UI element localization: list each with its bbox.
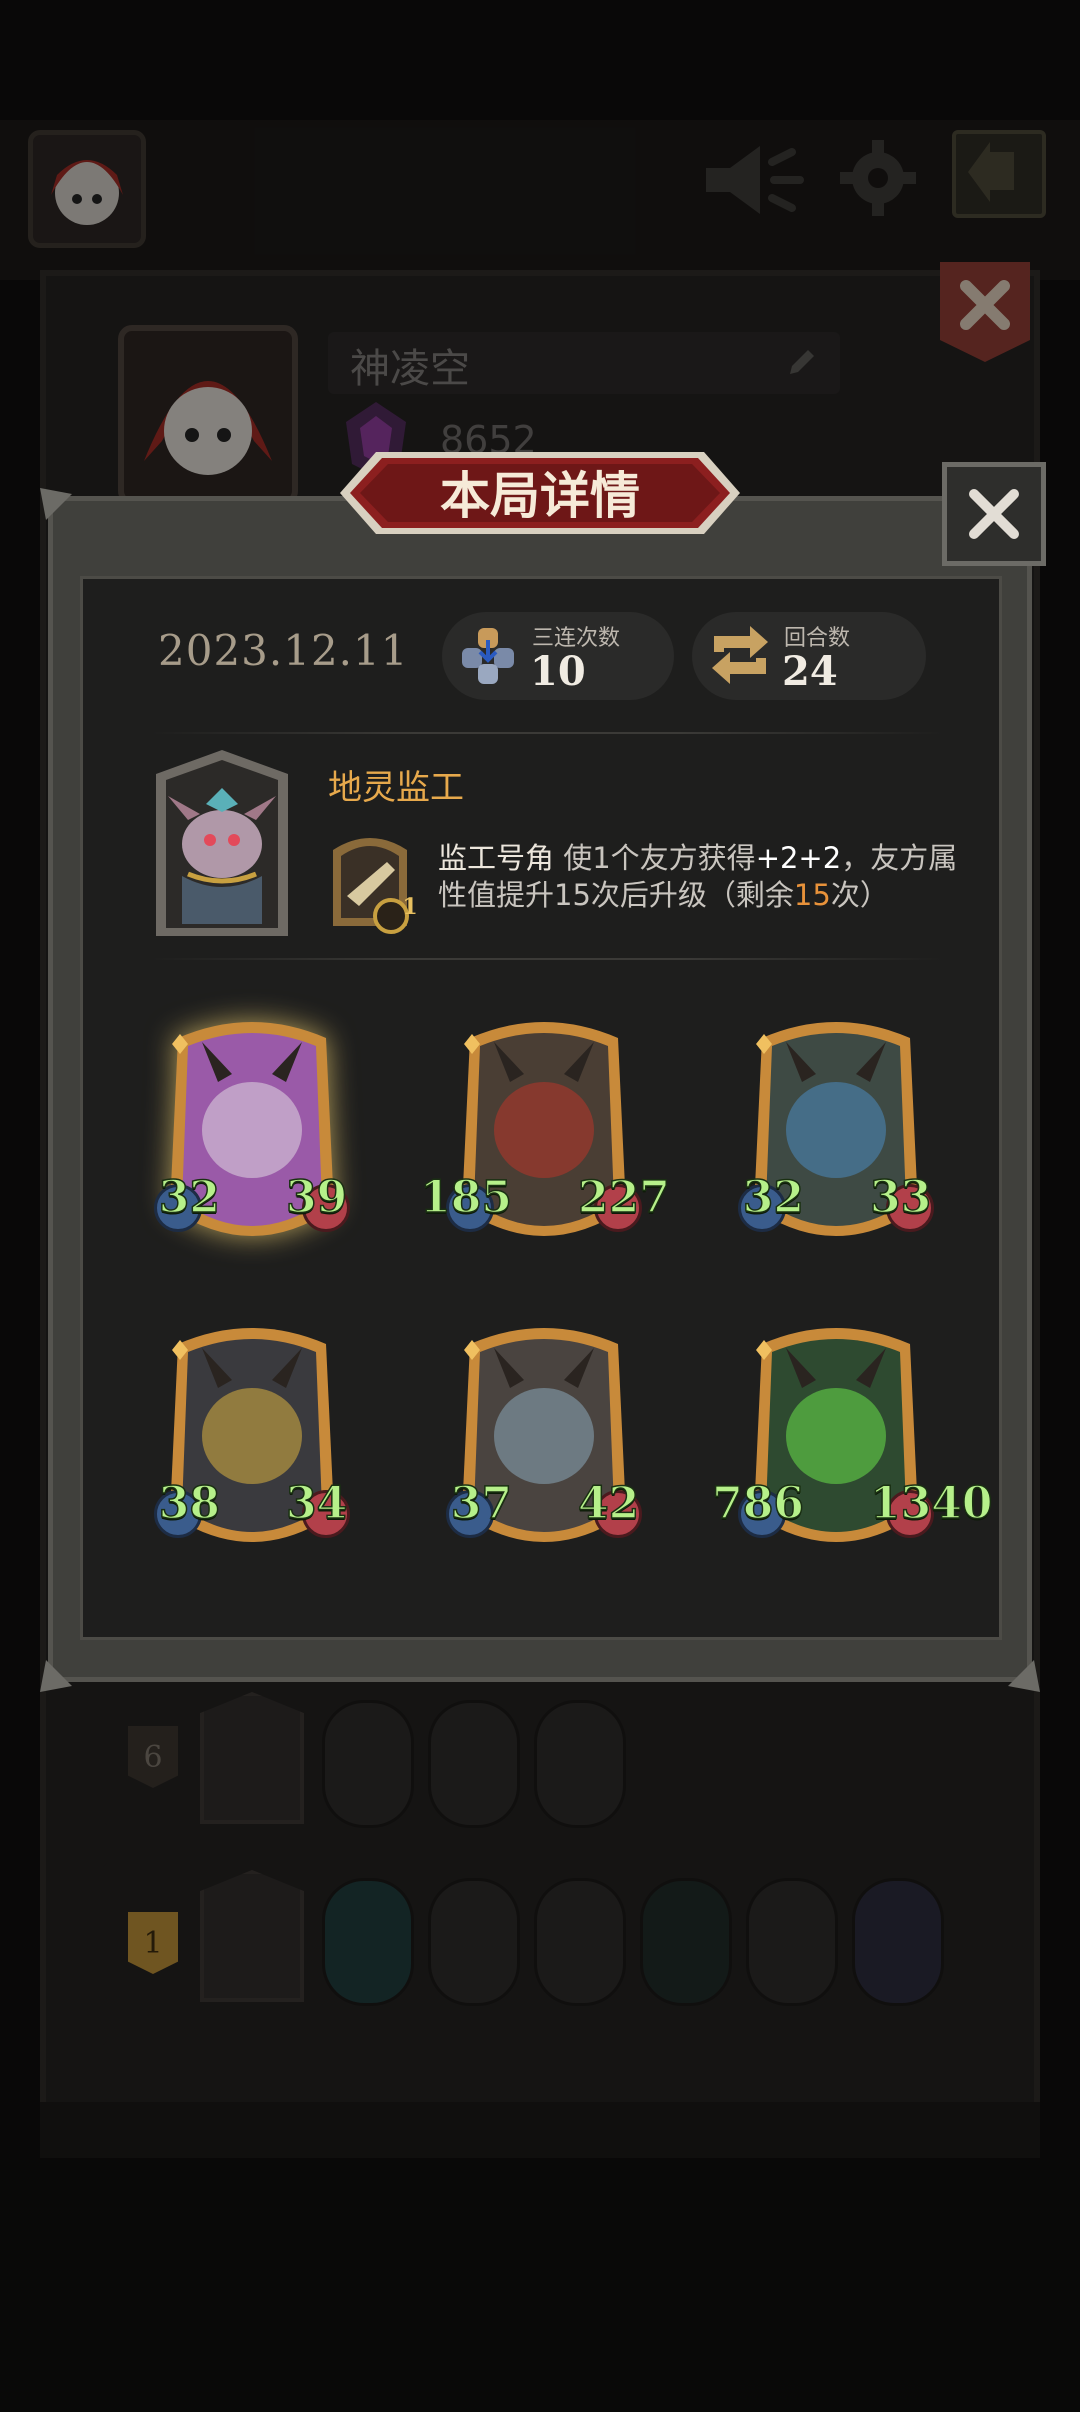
skill-remaining: 15 bbox=[793, 878, 831, 912]
unit-attack: 786 bbox=[711, 1477, 804, 1530]
unit-health: 42 bbox=[577, 1477, 640, 1530]
unit-health: 33 bbox=[869, 1171, 932, 1224]
corner-ornament bbox=[40, 488, 72, 520]
unit-attack: 32 bbox=[158, 1171, 221, 1224]
corner-ornament bbox=[1008, 1660, 1040, 1692]
close-icon bbox=[969, 489, 1019, 539]
corner-ornament bbox=[40, 1660, 72, 1692]
match-date: 2023.12.11 bbox=[158, 626, 409, 675]
unit-health: 39 bbox=[285, 1171, 348, 1224]
divider bbox=[150, 732, 944, 734]
unit-health: 227 bbox=[577, 1171, 670, 1224]
unit-attack: 185 bbox=[419, 1171, 512, 1224]
modal-title: 本局详情 bbox=[440, 467, 640, 525]
triples-value: 10 bbox=[530, 648, 586, 695]
unit-attack: 32 bbox=[742, 1171, 805, 1224]
unit-attack: 38 bbox=[158, 1477, 221, 1530]
skill-name: 监工号角 bbox=[438, 841, 555, 875]
item-level: 1 bbox=[402, 894, 418, 920]
boss-portrait[interactable] bbox=[148, 748, 296, 940]
unit-health: 1340 bbox=[869, 1477, 993, 1530]
boss-name: 地灵监工 bbox=[328, 768, 464, 808]
modal-close-button[interactable] bbox=[942, 462, 1046, 566]
divider bbox=[150, 958, 944, 960]
triple-stack-icon bbox=[462, 628, 514, 684]
skill-text-prefix: 使1个友方获得 bbox=[554, 841, 756, 875]
unit-health: 34 bbox=[285, 1477, 348, 1530]
skill-buff: +2+2 bbox=[755, 841, 842, 875]
round-cycle-icon bbox=[712, 626, 768, 684]
skill-description: 监工号角 使1个友方获得+2+2，友方属性值提升15次后升级（剩余15次） bbox=[438, 840, 978, 914]
skill-text-suffix: 次） bbox=[830, 878, 889, 912]
rounds-value: 24 bbox=[782, 648, 838, 695]
unit-attack: 37 bbox=[450, 1477, 513, 1530]
